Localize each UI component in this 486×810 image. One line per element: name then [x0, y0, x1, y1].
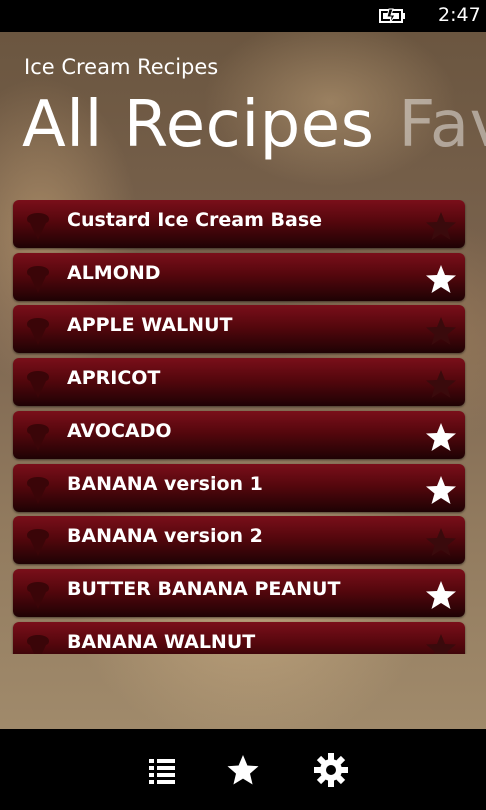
recipe-row[interactable]: BANANA WALNUT: [13, 621, 465, 654]
recipe-row[interactable]: Custard Ice Cream Base: [13, 200, 465, 248]
favorite-star-icon[interactable]: [425, 263, 457, 295]
recipe-name: APRICOT: [67, 367, 161, 390]
app-bar: [0, 729, 486, 810]
clock: 2:47: [438, 4, 481, 26]
app-content: Ice Cream Recipes All Recipes Favorites C…: [0, 32, 486, 729]
favorite-star-icon[interactable]: [425, 421, 457, 453]
unfavorite-star-icon[interactable]: [425, 368, 457, 400]
recipe-row[interactable]: BANANA version 1: [13, 463, 465, 512]
star-icon[interactable]: [224, 751, 262, 789]
ice-cream-cone-icon: [27, 529, 49, 557]
list-icon[interactable]: [143, 751, 181, 789]
recipe-row[interactable]: APRICOT: [13, 358, 465, 407]
ice-cream-cone-icon: [27, 318, 49, 346]
recipe-row[interactable]: APPLE WALNUT: [13, 305, 465, 354]
ice-cream-cone-icon: [27, 213, 49, 240]
recipe-name: BANANA version 2: [67, 525, 263, 548]
favorite-star-icon[interactable]: [425, 579, 457, 611]
settings-icon[interactable]: [312, 751, 350, 789]
tab-all-recipes[interactable]: All Recipes: [22, 88, 374, 162]
recipe-name: BANANA version 1: [67, 472, 263, 495]
recipe-row[interactable]: BANANA version 2: [13, 516, 465, 565]
ice-cream-cone-icon: [27, 476, 49, 504]
ice-cream-cone-icon: [27, 371, 49, 399]
recipe-row[interactable]: ALMOND: [13, 252, 465, 301]
app-title: Ice Cream Recipes: [24, 55, 219, 79]
ice-cream-cone-icon: [27, 581, 49, 609]
tab-favorites[interactable]: Favorites: [398, 88, 486, 162]
recipe-name: AVOCADO: [67, 419, 172, 442]
recipe-name: BANANA WALNUT: [67, 630, 256, 653]
ice-cream-cone-icon: [27, 634, 49, 654]
unfavorite-star-icon[interactable]: [425, 315, 457, 347]
unfavorite-star-icon[interactable]: [425, 632, 457, 654]
recipe-row[interactable]: AVOCADO: [13, 410, 465, 459]
status-bar: 2:47: [0, 0, 486, 32]
recipe-name: Custard Ice Cream Base: [67, 209, 323, 231]
recipe-name: BUTTER BANANA PEANUT: [67, 577, 341, 600]
unfavorite-star-icon[interactable]: [425, 526, 457, 558]
recipe-name: APPLE WALNUT: [67, 314, 233, 337]
ice-cream-cone-icon: [27, 423, 49, 451]
unfavorite-star-icon[interactable]: [425, 210, 457, 242]
recipe-row[interactable]: BUTTER BANANA PEANUT: [13, 568, 465, 617]
battery-charging-icon: [379, 8, 405, 24]
pivot-header: All Recipes Favorites: [22, 88, 486, 162]
recipe-list[interactable]: Custard Ice Cream Base ALMOND APPLE WALNUT…: [0, 200, 486, 654]
ice-cream-cone-icon: [27, 265, 49, 293]
recipe-name: ALMOND: [67, 261, 161, 284]
favorite-star-icon[interactable]: [425, 474, 457, 506]
